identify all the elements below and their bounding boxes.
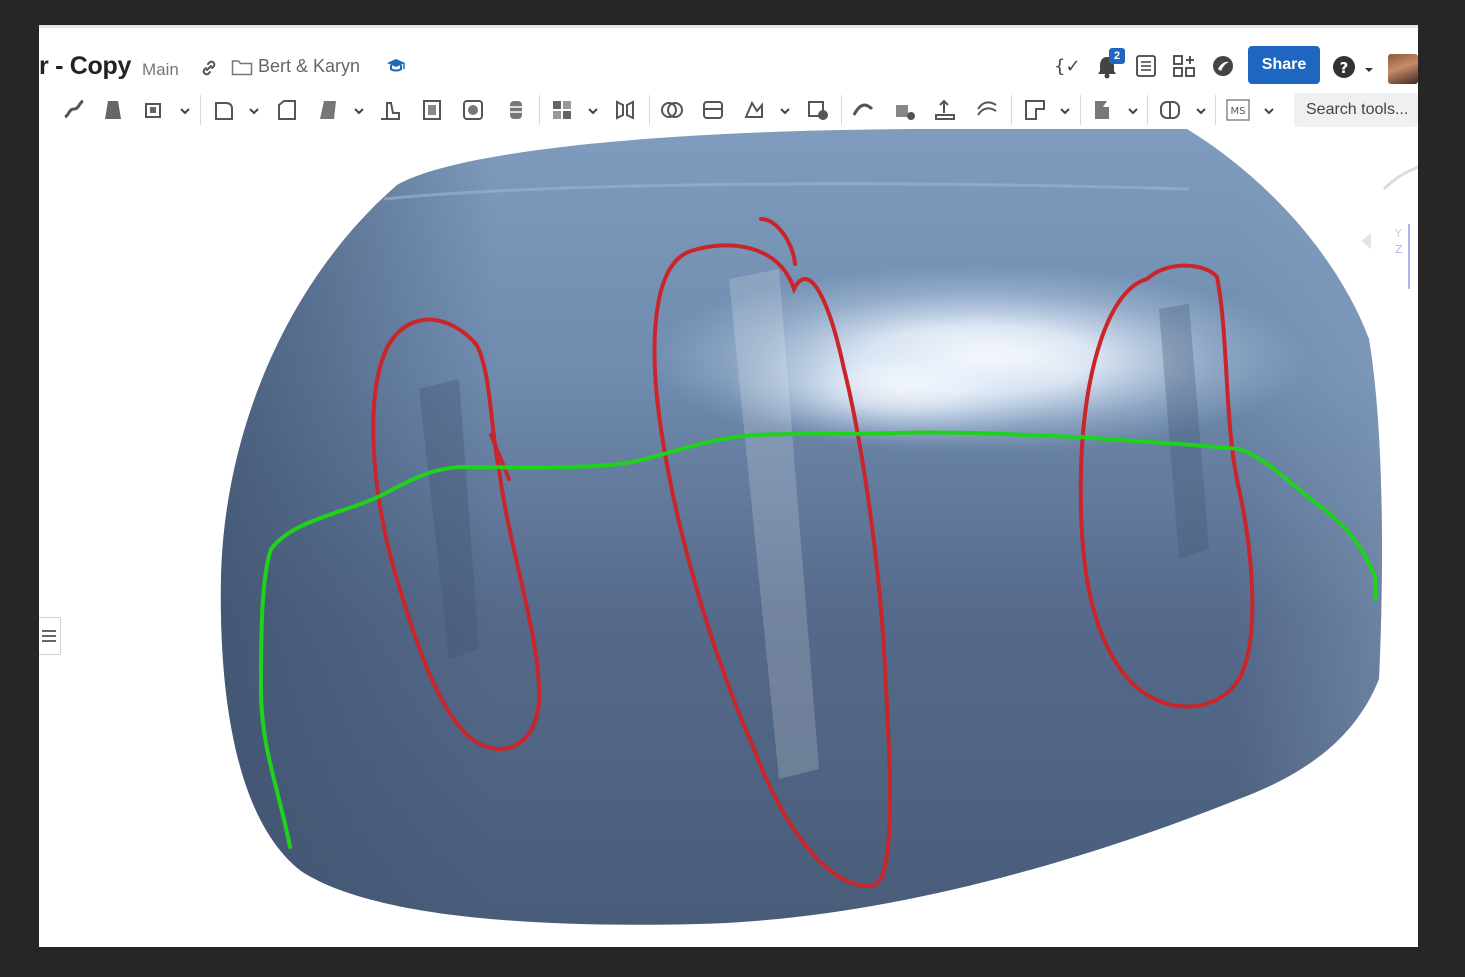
sweep-tool-icon[interactable] bbox=[61, 97, 87, 123]
transform-tool-icon[interactable] bbox=[741, 97, 767, 123]
svg-text:Y: Y bbox=[1394, 227, 1402, 240]
toolbar-separator bbox=[1215, 95, 1216, 125]
tasks-icon[interactable] bbox=[1135, 54, 1157, 83]
shell-tool-icon[interactable] bbox=[419, 97, 445, 123]
feature-toolbar: MS bbox=[39, 91, 1418, 129]
app-store-icon[interactable] bbox=[1172, 54, 1196, 83]
toolbar-separator bbox=[841, 95, 842, 125]
chevron-down-icon[interactable] bbox=[179, 104, 191, 116]
search-tools-input[interactable] bbox=[1294, 93, 1418, 127]
hole-tool-icon[interactable] bbox=[460, 97, 486, 123]
learning-center-icon[interactable] bbox=[386, 56, 406, 81]
extend-tool-icon[interactable] bbox=[892, 97, 918, 123]
thicken-tool-icon[interactable] bbox=[142, 97, 168, 123]
chevron-down-icon[interactable] bbox=[353, 104, 365, 116]
offset-tool-icon[interactable] bbox=[974, 97, 1000, 123]
toolbar-separator bbox=[539, 95, 540, 125]
toolbar-separator bbox=[1147, 95, 1148, 125]
fillet-tool-icon[interactable] bbox=[211, 97, 237, 123]
chevron-down-icon[interactable] bbox=[1059, 104, 1071, 116]
toolbar-separator bbox=[200, 95, 201, 125]
feature-list-toggle[interactable] bbox=[39, 617, 61, 655]
split-tool-icon[interactable] bbox=[700, 97, 726, 123]
loft-tool-icon[interactable] bbox=[100, 97, 126, 123]
link-icon[interactable] bbox=[199, 58, 219, 83]
toolbar-separator bbox=[1011, 95, 1012, 125]
chevron-down-icon[interactable] bbox=[1195, 104, 1207, 116]
onshape-window: r - Copy Main Bert & Karyn {✓} 2 Share bbox=[39, 25, 1418, 947]
toolbar-separator bbox=[1080, 95, 1081, 125]
avatar[interactable] bbox=[1388, 54, 1418, 84]
plane-tool-icon[interactable] bbox=[1157, 97, 1183, 123]
thread-tool-icon[interactable] bbox=[503, 97, 529, 123]
surface-body bbox=[220, 129, 1382, 925]
help-icon[interactable]: ? bbox=[1332, 55, 1356, 84]
folder-icon bbox=[231, 58, 253, 81]
mirror-tool-icon[interactable] bbox=[612, 97, 638, 123]
sheet-tool-icon[interactable] bbox=[1022, 97, 1048, 123]
svg-text:Z: Z bbox=[1395, 243, 1403, 256]
3d-viewport[interactable]: Y Z bbox=[39, 129, 1418, 947]
chevron-down-icon[interactable] bbox=[779, 104, 791, 116]
rib-tool-icon[interactable] bbox=[377, 97, 403, 123]
chevron-down-icon[interactable] bbox=[1127, 104, 1139, 116]
chevron-down-icon[interactable] bbox=[587, 104, 599, 116]
workspace-label[interactable]: Main bbox=[142, 60, 179, 80]
variables-icon[interactable]: {✓} bbox=[1053, 54, 1092, 83]
folder-breadcrumb[interactable]: Bert & Karyn bbox=[258, 56, 360, 77]
chevron-down-icon[interactable] bbox=[1364, 61, 1374, 79]
ms-tool-icon[interactable]: MS bbox=[1225, 97, 1251, 123]
chevron-down-icon[interactable] bbox=[1263, 104, 1275, 116]
model-render: Y Z bbox=[220, 129, 1418, 925]
chamfer-tool-icon[interactable] bbox=[274, 97, 300, 123]
share-button[interactable]: Share bbox=[1248, 46, 1320, 84]
svg-text:?: ? bbox=[1340, 59, 1349, 77]
document-title[interactable]: r - Copy bbox=[39, 52, 131, 81]
svg-text:MS: MS bbox=[1231, 106, 1246, 117]
document-header: r - Copy Main Bert & Karyn {✓} 2 Share bbox=[39, 25, 1418, 97]
chevron-down-icon[interactable] bbox=[248, 104, 260, 116]
frame-tool-icon[interactable] bbox=[1089, 97, 1115, 123]
pattern-tool-icon[interactable] bbox=[549, 97, 575, 123]
render-icon[interactable] bbox=[1211, 54, 1235, 83]
boolean-tool-icon[interactable] bbox=[659, 97, 685, 123]
delete-tool-icon[interactable] bbox=[805, 97, 831, 123]
draft-tool-icon[interactable] bbox=[314, 97, 340, 123]
surface-tool-icon[interactable] bbox=[850, 97, 876, 123]
view-cube[interactable]: Y Z bbox=[1361, 165, 1418, 289]
move-tool-icon[interactable] bbox=[932, 97, 958, 123]
toolbar-separator bbox=[649, 95, 650, 125]
notification-count-badge: 2 bbox=[1109, 48, 1125, 64]
svg-text:{✓}: {✓} bbox=[1054, 56, 1081, 77]
